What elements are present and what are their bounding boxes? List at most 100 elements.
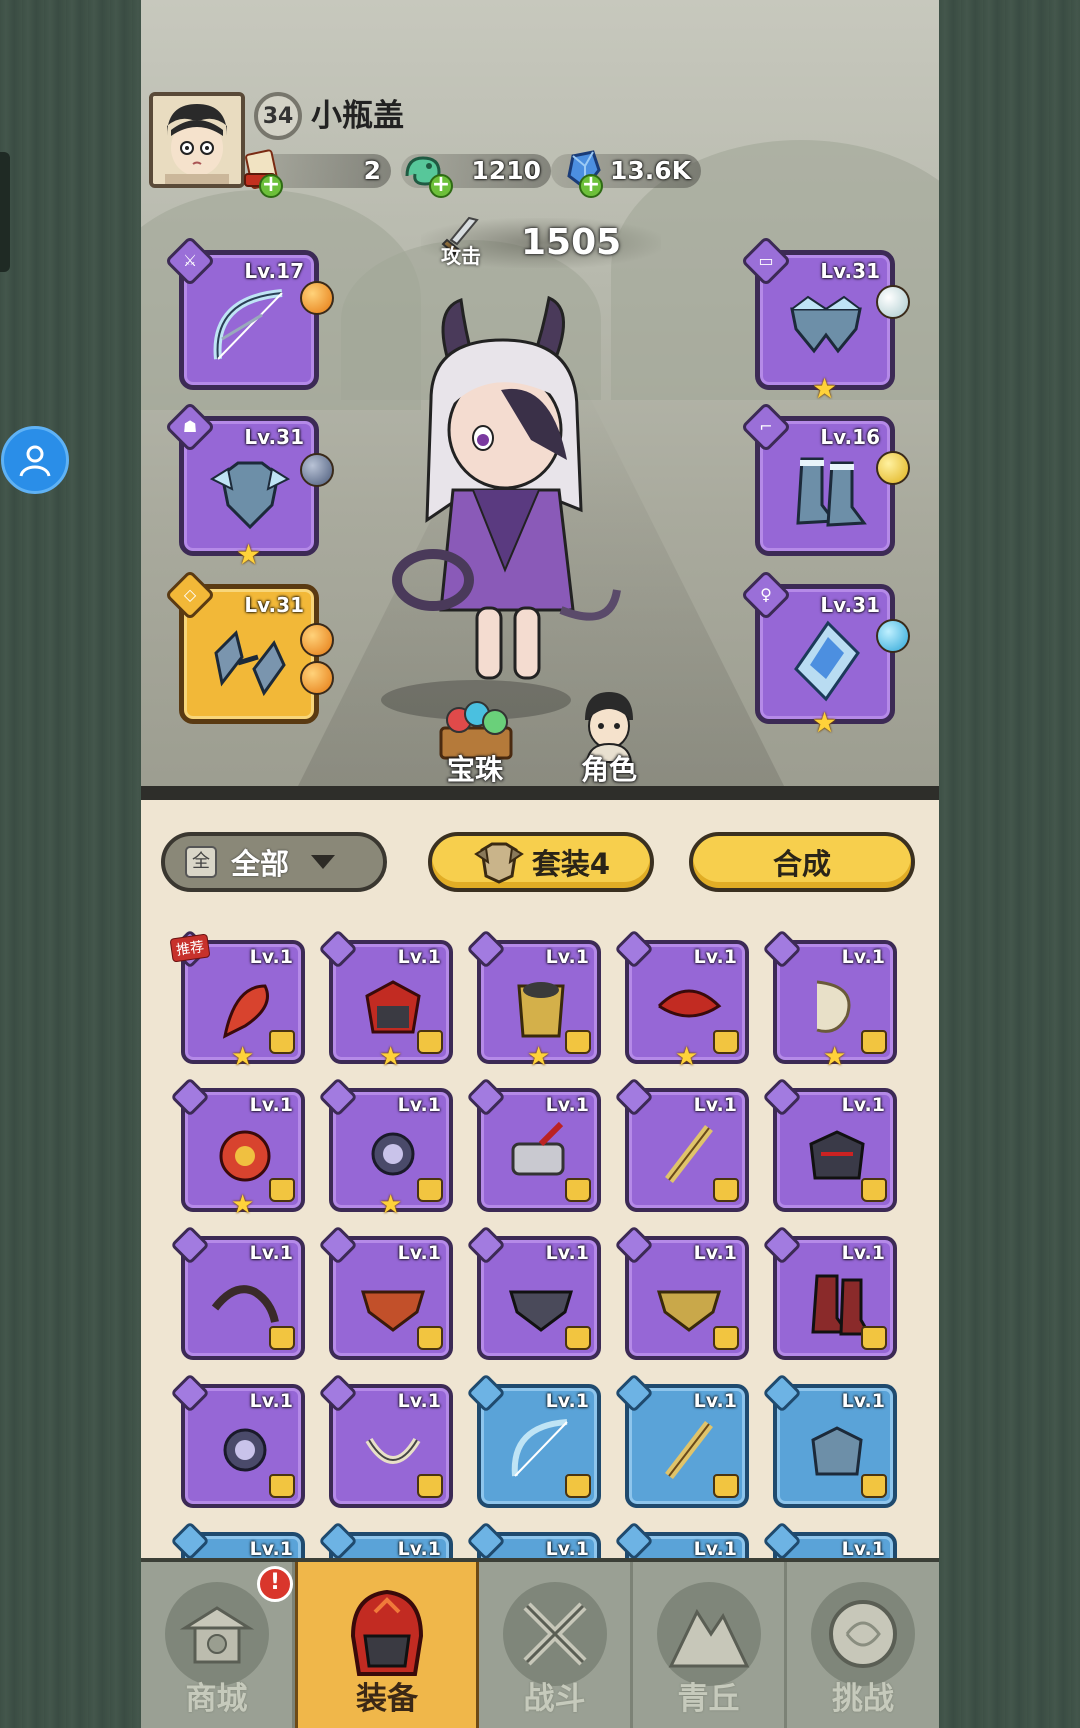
inventory-item[interactable]: Lv.1	[318, 1373, 453, 1508]
filter-dropdown[interactable]: 全 全部	[161, 832, 387, 892]
item-level: Lv.1	[693, 1242, 737, 1264]
equip-slot-pants[interactable]: ▭ Lv.31 ★	[740, 235, 910, 405]
item-level: Lv.1	[249, 1242, 293, 1264]
inventory-item[interactable]: Lv.1	[762, 1077, 897, 1212]
upgrade-shirt-icon	[417, 1326, 443, 1350]
merge-button[interactable]: 合成	[689, 832, 915, 892]
attack-label: 攻击	[441, 244, 481, 268]
equip-level: Lv.31	[820, 593, 880, 617]
nav-label: 战斗	[523, 1681, 586, 1717]
inventory-item[interactable]: Lv.1 ★	[614, 929, 749, 1072]
inventory-item[interactable]: Lv.1	[170, 1225, 305, 1360]
item-level: Lv.1	[397, 1390, 441, 1412]
item-level: Lv.1	[841, 946, 885, 968]
inventory-item[interactable]: Lv.1 ★	[762, 929, 897, 1072]
star-icon: ★	[527, 1042, 551, 1072]
item-level: Lv.1	[249, 1094, 293, 1116]
inventory-item[interactable]: Lv.1	[614, 1077, 749, 1212]
pearl-gem-icon	[300, 453, 334, 487]
inventory-item[interactable]: Lv.1 ★	[318, 1077, 453, 1220]
add-jade-button[interactable]: +	[429, 174, 453, 198]
star-icon: ★	[812, 706, 838, 739]
crossed-swords-icon	[502, 1582, 607, 1686]
upgrade-shirt-icon	[713, 1030, 739, 1054]
side-pull-tab[interactable]	[0, 152, 10, 272]
upgrade-shirt-icon	[713, 1178, 739, 1202]
upgrade-shirt-icon	[565, 1030, 591, 1054]
upgrade-shirt-icon	[861, 1178, 887, 1202]
upgrade-shirt-icon	[861, 1474, 887, 1498]
player-level: 34	[254, 92, 302, 140]
nav-tab-battle[interactable]: 战斗	[479, 1562, 633, 1728]
item-level: Lv.1	[249, 1538, 293, 1560]
belt-icon	[790, 295, 862, 354]
equip-slot-weapon[interactable]: ⚔ Lv.17	[164, 235, 334, 390]
bracer-icon	[214, 630, 286, 697]
equip-slot-amulet[interactable]: ♀ Lv.31 ★	[740, 569, 910, 739]
star-icon: ★	[236, 538, 262, 571]
item-level: Lv.1	[397, 1242, 441, 1264]
nav-tab-equipment[interactable]: 装备	[295, 1562, 479, 1728]
inventory-item[interactable]: Lv.1	[614, 1373, 749, 1508]
star-icon: ★	[379, 1190, 403, 1220]
equip-slot-armor[interactable]: ☗ Lv.31 ★	[164, 401, 334, 571]
add-order-token-button[interactable]: +	[259, 174, 283, 198]
upgrade-shirt-icon	[269, 1326, 295, 1350]
equip-level: Lv.31	[244, 593, 304, 617]
set-label: 套装4	[531, 847, 611, 881]
item-level: Lv.1	[693, 1390, 737, 1412]
set-armor-icon	[474, 842, 524, 884]
upgrade-shirt-icon	[417, 1178, 443, 1202]
helmet-icon	[335, 1582, 439, 1686]
nav-tab-challenge[interactable]: 挑战	[787, 1562, 939, 1728]
inventory-item[interactable]: Lv.1 ★	[466, 929, 601, 1072]
boots-icon	[796, 457, 867, 527]
star-icon: ★	[231, 1190, 255, 1220]
amulet-icon	[794, 620, 860, 702]
nav-label: 装备	[356, 1681, 418, 1717]
item-level: Lv.1	[545, 946, 589, 968]
hero-character[interactable]	[381, 290, 641, 710]
item-level: Lv.1	[693, 1094, 737, 1116]
nav-tab-shop[interactable]: ! 商城	[141, 1562, 295, 1728]
upgrade-shirt-icon	[713, 1326, 739, 1350]
equip-slot-boots[interactable]: ⌐ Lv.16	[740, 401, 910, 556]
star-icon: ★	[823, 1042, 847, 1072]
upgrade-shirt-icon	[269, 1474, 295, 1498]
floating-user-button[interactable]	[1, 426, 69, 494]
inventory-item[interactable]: Lv.1	[466, 1077, 601, 1212]
inventory-item[interactable]: Lv.1	[466, 1373, 601, 1508]
inventory-item[interactable]: Lv.1	[762, 1373, 897, 1508]
inventory-item[interactable]: Lv.1	[466, 1225, 601, 1360]
inventory-item[interactable]: Lv.1 ★	[170, 1077, 305, 1220]
bow-icon	[213, 289, 283, 360]
equip-level: Lv.31	[820, 259, 880, 283]
item-level: Lv.1	[397, 1538, 441, 1560]
inventory-item[interactable]: Lv.1	[614, 1225, 749, 1360]
add-crystal-button[interactable]: +	[579, 174, 603, 198]
orange-gem-icon	[300, 661, 334, 695]
item-level: Lv.1	[249, 946, 293, 968]
bottom-navigation: ! 商城 装备 战斗 青丘 挑战	[141, 1558, 939, 1728]
left-background	[0, 0, 141, 1728]
inventory-item[interactable]: Lv.1	[762, 1225, 897, 1360]
set-button[interactable]: 套装4	[428, 832, 654, 892]
role-button[interactable]: 角色	[581, 748, 637, 788]
equip-slot-ring[interactable]: ◇ Lv.31	[164, 569, 334, 724]
inventory-item[interactable]: Lv.1	[170, 1373, 305, 1508]
equip-level: Lv.16	[820, 425, 880, 449]
player-avatar[interactable]	[149, 92, 245, 188]
gems-button[interactable]: 宝珠	[447, 748, 503, 788]
inventory-item[interactable]: Lv.1 ★	[318, 929, 453, 1072]
nav-label: 挑战	[832, 1681, 894, 1717]
item-level: Lv.1	[545, 1094, 589, 1116]
filter-all-icon: 全	[185, 846, 217, 878]
item-level: Lv.1	[545, 1538, 589, 1560]
upgrade-shirt-icon	[269, 1030, 295, 1054]
star-icon: ★	[379, 1042, 403, 1072]
item-level: Lv.1	[397, 946, 441, 968]
inventory-item[interactable]: Lv.1	[318, 1225, 453, 1360]
nav-tab-qingqiu[interactable]: 青丘	[633, 1562, 787, 1728]
item-level: Lv.1	[545, 1242, 589, 1264]
upgrade-shirt-icon	[861, 1030, 887, 1054]
